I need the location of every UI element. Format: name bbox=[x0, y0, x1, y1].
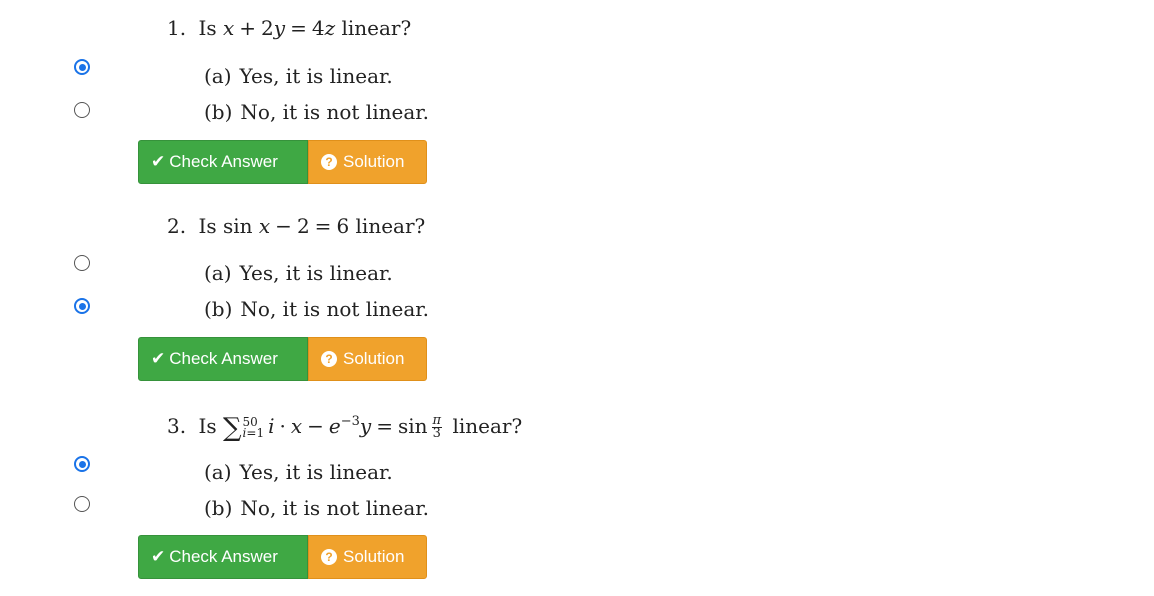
question-1-button-group: ✔ Check Answer ? Solution bbox=[138, 140, 427, 184]
question-3-option-a: (a) Yes, it is linear. bbox=[204, 460, 393, 484]
question-3-button-group: ✔ Check Answer ? Solution bbox=[138, 535, 427, 579]
question-3-text: 3. Is ∑ 50 i=1 i · x − e−3y = sin π 3 linear? bbox=[167, 413, 523, 443]
question-1-option-b: (b) No, it is not linear. bbox=[204, 100, 429, 124]
question-3-option-a-radio[interactable] bbox=[74, 456, 90, 472]
question-circle-icon: ? bbox=[321, 351, 337, 367]
question-2-button-group: ✔ Check Answer ? Solution bbox=[138, 337, 427, 381]
question-2-option-b: (b) No, it is not linear. bbox=[204, 297, 429, 321]
question-circle-icon: ? bbox=[321, 154, 337, 170]
solution-button[interactable]: ? Solution bbox=[308, 140, 427, 184]
question-1-option-b-radio[interactable] bbox=[74, 102, 90, 118]
question-2-text: 2. Is sin x −2 = 6 linear? bbox=[167, 214, 426, 238]
check-answer-button[interactable]: ✔ Check Answer bbox=[138, 140, 308, 184]
question-circle-icon: ? bbox=[321, 549, 337, 565]
question-1-option-a: (a) Yes, it is linear. bbox=[204, 64, 393, 88]
solution-button[interactable]: ? Solution bbox=[308, 337, 427, 381]
question-2-option-a: (a) Yes, it is linear. bbox=[204, 261, 393, 285]
question-2-option-a-radio[interactable] bbox=[74, 255, 90, 271]
question-3-option-b-radio[interactable] bbox=[74, 496, 90, 512]
check-answer-button[interactable]: ✔ Check Answer bbox=[138, 337, 308, 381]
solution-button[interactable]: ? Solution bbox=[308, 535, 427, 579]
question-1-text: 1. Is x +2y = 4z linear? bbox=[167, 16, 412, 40]
checkmark-icon: ✔ bbox=[151, 547, 166, 566]
check-answer-button[interactable]: ✔ Check Answer bbox=[138, 535, 308, 579]
question-3-option-b: (b) No, it is not linear. bbox=[204, 496, 429, 520]
checkmark-icon: ✔ bbox=[151, 152, 166, 171]
question-2-option-b-radio[interactable] bbox=[74, 298, 90, 314]
question-1-option-a-radio[interactable] bbox=[74, 59, 90, 75]
checkmark-icon: ✔ bbox=[151, 349, 166, 368]
